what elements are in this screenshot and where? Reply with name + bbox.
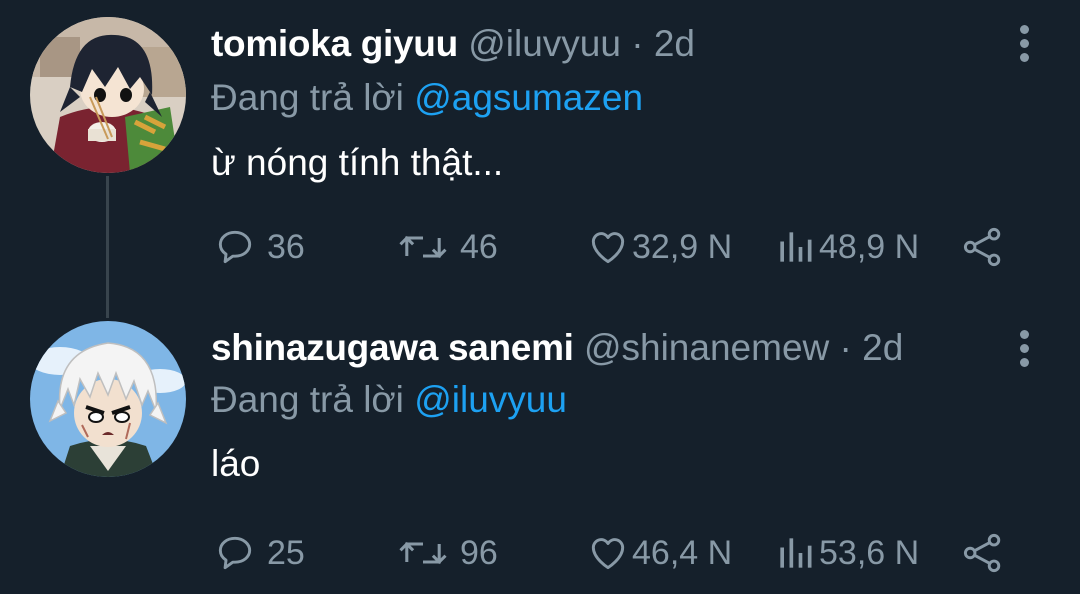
- speech-bubble-icon: [218, 230, 252, 264]
- retweet-arrows-icon: [399, 235, 447, 259]
- share-nodes-icon: [963, 227, 1001, 267]
- retweet-button[interactable]: 96: [396, 528, 498, 578]
- timeline: tomioka giyuu @iluvyuu · 2d Đang trả lời…: [0, 0, 1080, 594]
- tweet[interactable]: tomioka giyuu @iluvyuu · 2d Đang trả lời…: [0, 0, 1080, 300]
- mention-link[interactable]: @agsumazen: [414, 77, 643, 118]
- avatar[interactable]: [30, 17, 186, 173]
- reply-count: 25: [267, 533, 305, 572]
- share-button[interactable]: [960, 528, 1006, 578]
- action-bar: 25 96 46,4 N 53,6 N: [0, 528, 1080, 578]
- tweet-footer: 25 96 46,4 N 53,6 N: [0, 305, 1080, 594]
- retweet-count: 46: [460, 227, 498, 266]
- view-count: 53,6 N: [819, 533, 920, 572]
- timestamp[interactable]: 2d: [654, 23, 695, 64]
- retweet-arrows-icon: [399, 541, 447, 565]
- view-count: 48,9 N: [819, 227, 920, 266]
- reply-button[interactable]: 36: [213, 222, 305, 272]
- like-count: 32,9 N: [632, 227, 733, 266]
- share-nodes-icon: [963, 533, 1001, 573]
- display-name[interactable]: tomioka giyuu: [211, 23, 458, 64]
- like-button[interactable]: 32,9 N: [586, 222, 732, 272]
- reply-count: 36: [267, 227, 305, 266]
- replying-to: Đang trả lời @agsumazen: [211, 76, 643, 120]
- tweet-text: ừ nóng tính thật...: [211, 142, 504, 183]
- more-options-icon[interactable]: [1018, 25, 1030, 65]
- like-count: 46,4 N: [632, 533, 733, 572]
- views-button[interactable]: 48,9 N: [775, 222, 919, 272]
- share-button[interactable]: [960, 222, 1006, 272]
- like-button[interactable]: 46,4 N: [586, 528, 732, 578]
- views-button[interactable]: 53,6 N: [775, 528, 919, 578]
- replying-to-label: Đang trả lời: [211, 77, 404, 118]
- separator-dot: ·: [631, 23, 644, 64]
- avatar-image: [30, 17, 186, 173]
- tweet-header: tomioka giyuu @iluvyuu · 2d: [211, 22, 695, 66]
- retweet-button[interactable]: 46: [396, 222, 498, 272]
- reply-button[interactable]: 25: [213, 528, 305, 578]
- action-bar: 36 46 32,9 N 48,9 N: [0, 222, 1080, 272]
- heart-icon: [591, 538, 625, 570]
- user-handle[interactable]: @iluvyuu: [468, 23, 621, 64]
- speech-bubble-icon: [218, 536, 252, 570]
- retweet-count: 96: [460, 533, 498, 572]
- heart-icon: [591, 232, 625, 264]
- bar-chart-icon: [780, 232, 812, 262]
- bar-chart-icon: [780, 538, 812, 568]
